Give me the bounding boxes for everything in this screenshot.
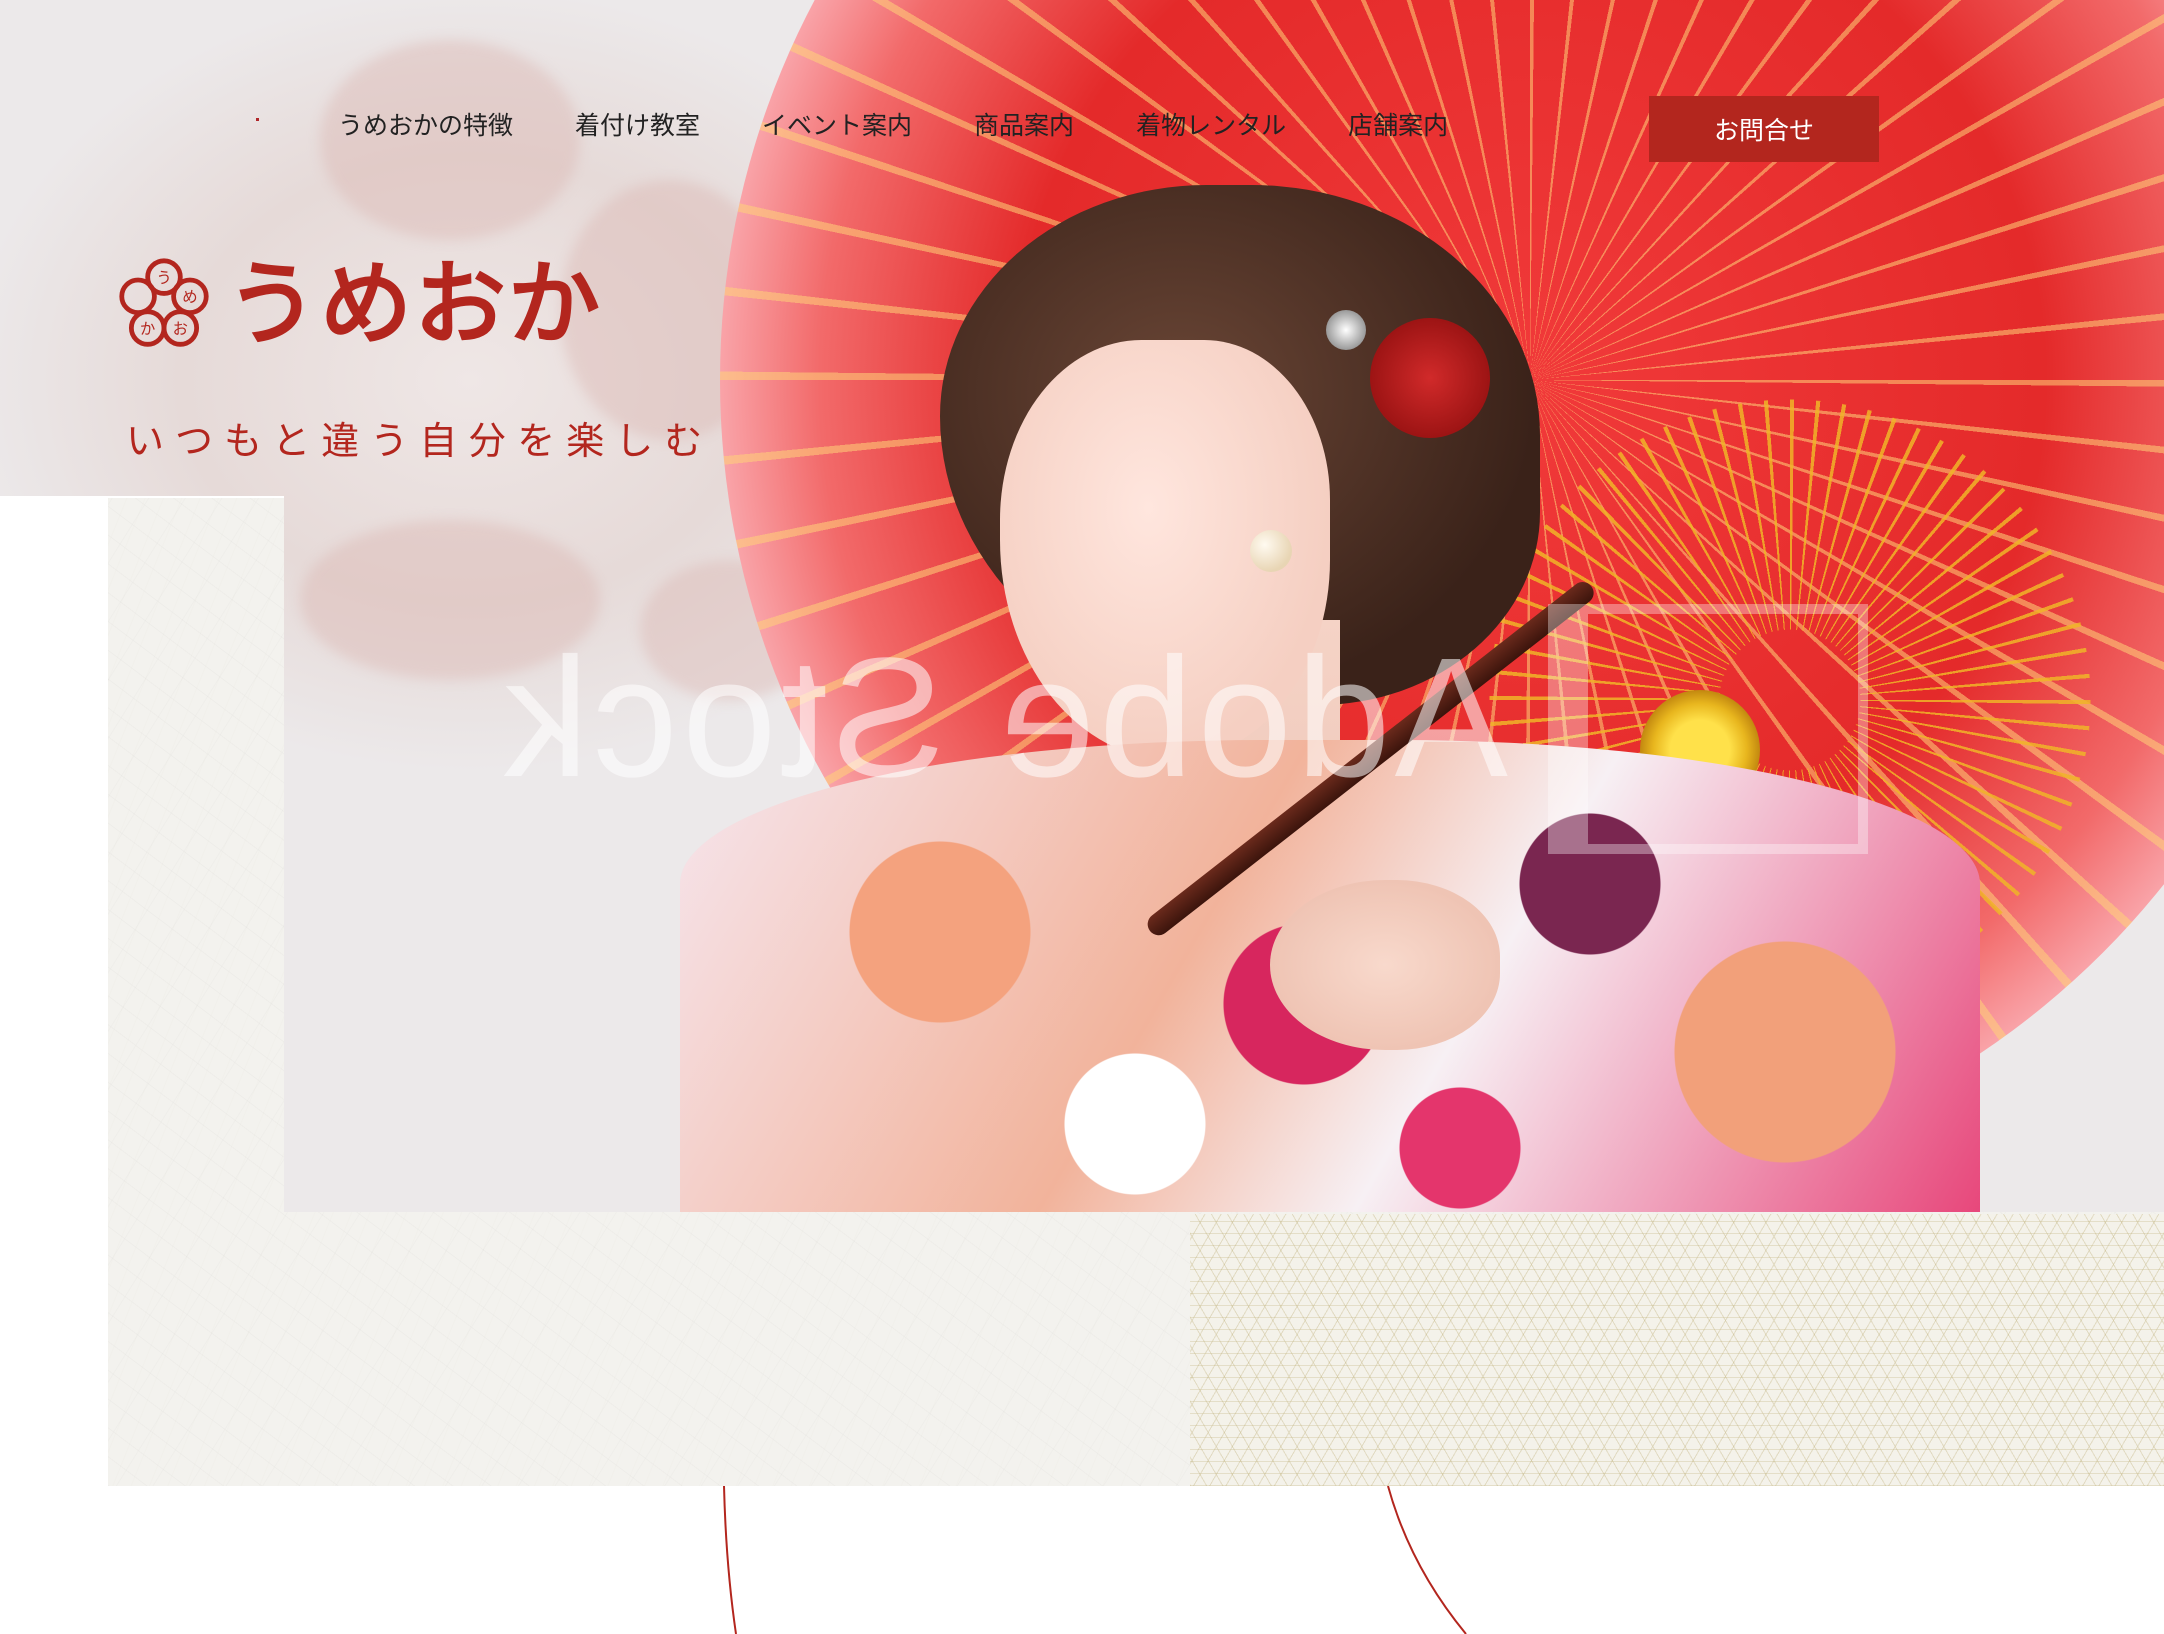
nav-item-events[interactable]: イベント案内 — [762, 106, 912, 142]
stock-watermark: Adobe Stock — [500, 623, 1508, 813]
nav-item-products[interactable]: 商品案内 — [974, 106, 1074, 142]
logo-wordmark: うめおか — [226, 250, 603, 358]
tagline: いつもと違う自分を楽しむ — [126, 419, 714, 463]
crest-char: か — [140, 320, 155, 338]
pearl-earring — [1250, 530, 1292, 572]
asanoha-pattern-panel — [1190, 1214, 2164, 1486]
nav-item-kimono-rental[interactable]: 着物レンタル — [1136, 106, 1286, 142]
hair-flower-ornament — [1370, 318, 1490, 438]
nav-item-features[interactable]: うめおかの特徴 — [338, 106, 513, 142]
nav-item-kitsuke-class[interactable]: 着付け教室 — [575, 106, 700, 142]
decorative-red-threads — [723, 1486, 1467, 1634]
contact-button[interactable]: お問合せ — [1649, 96, 1879, 162]
crest-char: う — [156, 269, 171, 287]
red-thread-right — [1387, 1486, 1467, 1634]
main-nav: うめおかの特徴 着付け教室 イベント案内 商品案内 着物レンタル 店舗案内 — [250, 104, 1510, 144]
crest-char: め — [182, 288, 197, 306]
red-thread-left — [723, 1486, 737, 1634]
crest-char: お — [173, 320, 188, 338]
plum-blossom-crest-icon: う め お か — [119, 258, 209, 347]
nav-item-store-info[interactable]: 店舗案内 — [1348, 106, 1448, 142]
site-logo[interactable]: う め お か うめおか — [116, 256, 602, 352]
woman-hand — [1270, 880, 1500, 1050]
hero-image: Adobe Stock — [0, 0, 2164, 1212]
watermark-logo — [1548, 604, 1868, 854]
hairpin — [1326, 310, 1366, 350]
